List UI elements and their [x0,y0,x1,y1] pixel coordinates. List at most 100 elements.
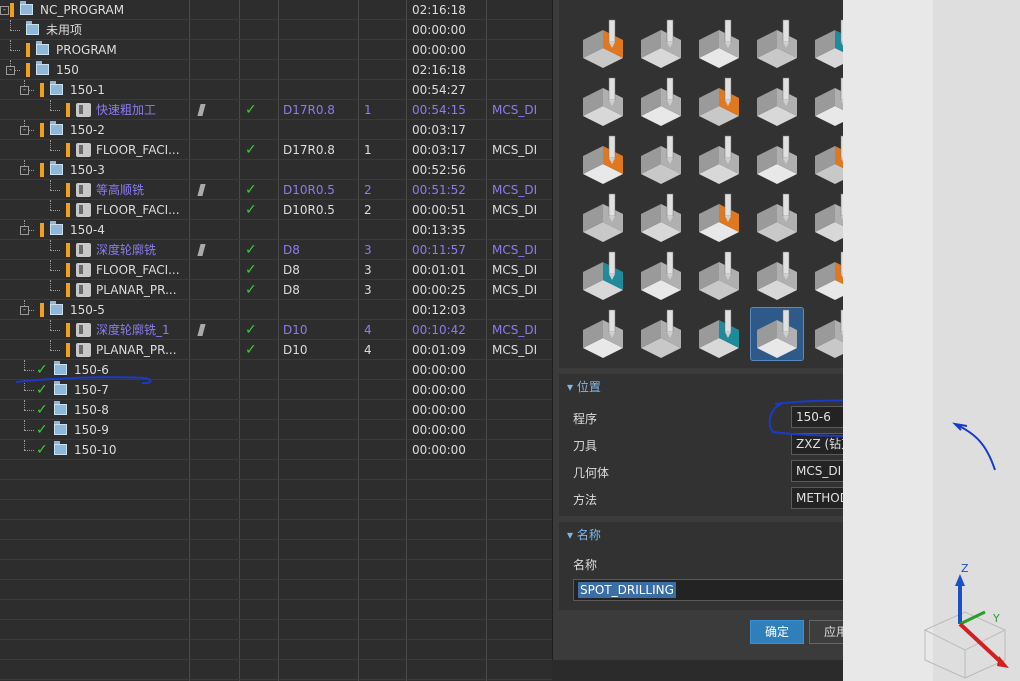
operation-row[interactable]: ✓ FLOOR_FACI... D8 3 00:01:01 MCS_DI [0,260,552,280]
program-group-row[interactable]: - 150-2 00:03:17 [0,120,552,140]
tree-connector [10,20,12,30]
status-check-icon: ✓ [36,382,48,398]
tree-connector [50,250,60,252]
operation-subtype-icon[interactable] [635,308,687,360]
tree-connector [50,290,60,292]
collapse-toggle-icon[interactable]: - [20,226,29,235]
spot-drilling-icon[interactable] [750,307,804,361]
subtype-glyph [699,19,739,68]
operation-subtype-icon[interactable] [693,250,745,302]
collapse-toggle-icon[interactable]: - [20,306,29,315]
program-group-row[interactable]: - 150-5 00:12:03 [0,300,552,320]
time-column: 00:00:00 [412,383,466,397]
status-check-icon: ✓ [245,262,257,278]
collapse-toggle-icon[interactable]: - [6,66,15,75]
operation-row[interactable]: ✓ 等高顺铣 D10R0.5 2 00:51:52 MCS_DI [0,180,552,200]
time-column: 00:00:00 [412,363,466,377]
operation-row[interactable]: ✓ FLOOR_FACI... D10R0.5 2 00:00:51 MCS_DI [0,200,552,220]
operation-row[interactable]: ✓ 深度轮廓铣 D8 3 00:11:57 MCS_DI [0,240,552,260]
geometry-column: MCS_DI [492,343,538,357]
operation-icon [76,203,91,217]
tree-connector [50,280,52,290]
empty-row [0,480,552,500]
program-group-row[interactable]: PROGRAM 00:00:00 [0,40,552,60]
tree-connector [24,360,26,370]
operation-subtype-icon[interactable] [751,134,803,186]
time-column: 00:01:09 [412,343,466,357]
geometry-label: 几何体 [573,466,610,480]
time-column: 00:00:00 [412,403,466,417]
status-check-icon: ✓ [245,322,257,338]
z-axis-label: Z [961,562,969,575]
operation-subtype-icon[interactable] [635,192,687,244]
program-group-row[interactable]: - 150-3 00:52:56 [0,160,552,180]
operation-navigator: - NC_PROGRAM 02:16:18 未用项 00:00:00 PROGRAM 00:… [0,0,552,681]
tool-number-column: 2 [364,203,372,217]
program-group-row[interactable]: ✓ 150-6 00:00:00 [0,360,552,380]
program-group-row[interactable]: ✓ 150-9 00:00:00 [0,420,552,440]
geometry-column: MCS_DI [492,283,538,297]
operation-subtype-icon[interactable] [751,250,803,302]
tree-connector [24,370,34,372]
name-section-header[interactable]: ▾ 名称 [567,526,601,543]
collapse-toggle-icon[interactable]: - [0,6,9,15]
program-group-row[interactable]: - 150 02:16:18 [0,60,552,80]
program-group-row[interactable]: - NC_PROGRAM 02:16:18 [0,0,552,20]
warning-icon [66,243,70,257]
collapse-toggle-icon[interactable]: - [20,126,29,135]
program-group-row[interactable]: - 150-4 00:13:35 [0,220,552,240]
program-group-row[interactable]: ✓ 150-8 00:00:00 [0,400,552,420]
operation-subtype-icon[interactable] [693,308,745,360]
operation-subtype-icon[interactable] [577,250,629,302]
operation-row[interactable]: ✓ FLOOR_FACI... D17R0.8 1 00:03:17 MCS_DI [0,140,552,160]
operation-subtype-icon[interactable] [693,192,745,244]
operation-subtype-icon[interactable] [577,134,629,186]
operation-subtype-icon[interactable] [751,192,803,244]
tool-column: D10 [283,343,308,357]
operation-subtype-icon[interactable] [635,18,687,70]
subtype-glyph [757,193,797,242]
subtype-glyph [699,77,739,126]
subtype-glyph [757,309,797,358]
tree-connector [50,140,52,150]
row-name: 深度轮廓铣 [96,243,157,257]
operation-subtype-icon[interactable] [577,76,629,128]
operation-row[interactable]: ✓ 快速粗加工 D17R0.8 1 00:54:15 MCS_DI [0,100,552,120]
collapse-icon: ▾ [567,380,574,394]
operation-subtype-icon[interactable] [635,134,687,186]
time-column: 00:54:15 [412,103,466,117]
operation-row[interactable]: ✓ 深度轮廓铣_1 D10 4 00:10:42 MCS_DI [0,320,552,340]
operation-subtype-icon[interactable] [693,18,745,70]
time-column: 00:00:51 [412,203,466,217]
graphics-viewport[interactable]: Z Y [843,0,1020,681]
operation-subtype-icon[interactable] [751,18,803,70]
geometry-column: MCS_DI [492,243,538,257]
operation-subtype-icon[interactable] [693,134,745,186]
geometry-column: MCS_DI [492,143,538,157]
position-section-header[interactable]: ▾ 位置 [567,378,601,395]
operation-subtype-icon[interactable] [577,192,629,244]
program-group-row[interactable]: 未用项 00:00:00 [0,20,552,40]
operation-subtype-icon[interactable] [577,18,629,70]
tree-connector [50,100,52,110]
program-group-row[interactable]: ✓ 150-7 00:00:00 [0,380,552,400]
program-group-row[interactable]: ✓ 150-10 00:00:00 [0,440,552,460]
operation-subtype-icon[interactable] [693,76,745,128]
operation-subtype-icon[interactable] [577,308,629,360]
tree-connector [50,350,60,352]
operation-subtype-icon[interactable] [635,76,687,128]
operation-subtype-icon[interactable] [751,76,803,128]
status-check-icon: ✓ [245,142,257,158]
ok-button[interactable]: 确定 [750,620,804,644]
operation-row[interactable]: ✓ PLANAR_PR... D8 3 00:00:25 MCS_DI [0,280,552,300]
operation-row[interactable]: ✓ PLANAR_PR... D10 4 00:01:09 MCS_DI [0,340,552,360]
operation-icon [76,143,91,157]
operation-subtype-icon[interactable] [635,250,687,302]
time-column: 00:51:52 [412,183,466,197]
tree-connector [24,390,34,392]
collapse-toggle-icon[interactable]: - [20,86,29,95]
tool-number-column: 3 [364,243,372,257]
program-group-row[interactable]: - 150-1 00:54:27 [0,80,552,100]
time-column: 00:12:03 [412,303,466,317]
collapse-toggle-icon[interactable]: - [20,166,29,175]
